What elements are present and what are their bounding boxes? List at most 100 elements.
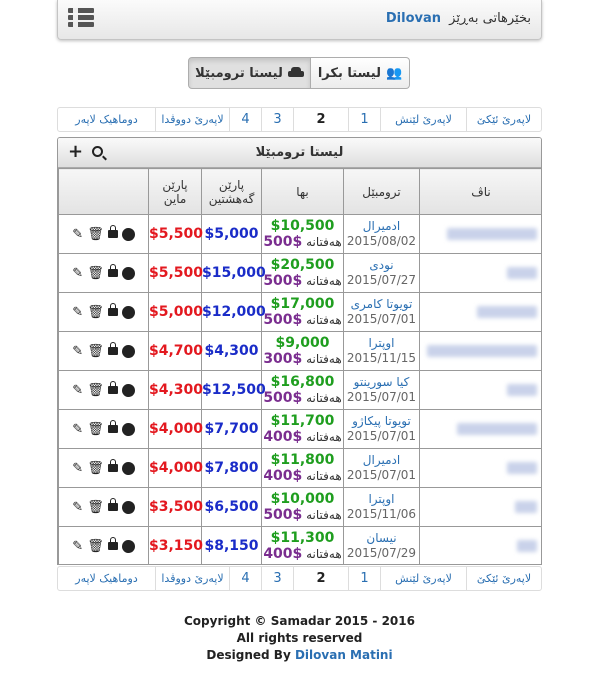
paid-cell: $8,150 — [201, 526, 262, 564]
lock-icon[interactable] — [107, 342, 118, 355]
edit-icon[interactable]: ✎ — [72, 344, 83, 359]
lock-icon[interactable] — [107, 459, 118, 472]
car-date: 2015/07/29 — [346, 546, 417, 560]
row-actions: ✎ 🗑 i — [58, 487, 149, 527]
designer-link[interactable]: Dilovan Matini — [295, 648, 393, 662]
car-model[interactable]: نیسان — [344, 531, 419, 546]
car-model[interactable]: تویوتا پیکاژو — [344, 414, 419, 429]
lock-icon[interactable] — [107, 537, 118, 550]
page-first[interactable]: لاپەرێ ئێکێ — [466, 108, 541, 131]
trash-icon[interactable]: 🗑 — [87, 461, 104, 476]
page-4[interactable]: 4 — [229, 108, 261, 131]
info-icon[interactable]: i — [121, 344, 135, 358]
weekly-label: هەفتانە — [306, 508, 342, 522]
table-row[interactable]: ✎ 🗑 i $5,500 $15,000 $20,500 هەفتانە $500 نودی 2… — [58, 253, 541, 293]
remaining-cell: $4,000 — [148, 448, 203, 488]
car-date: 2015/08/02 — [346, 234, 417, 248]
info-icon[interactable]: i — [121, 461, 135, 475]
info-icon[interactable]: i — [121, 305, 135, 319]
trash-icon[interactable]: 🗑 — [87, 227, 104, 242]
row-actions: ✎ 🗑 i — [58, 292, 149, 332]
car-cell: کیا سورینتو 2015/07/01 — [343, 370, 420, 410]
page-first[interactable]: لاپەرێ ئێکێ — [466, 567, 541, 590]
table-row[interactable]: ✎ 🗑 i $5,500 $5,000 $10,500 هەفتانە $500 ادمیرا… — [58, 214, 541, 254]
table-row[interactable]: ✎ 🗑 i $5,000 $12,000 $17,000 هەفتانە $500 تویوت… — [58, 292, 541, 332]
car-model[interactable]: تویوتا کامری — [344, 297, 419, 312]
bars-icon[interactable] — [68, 8, 94, 30]
total-price: $20,500 — [270, 257, 335, 273]
price-header[interactable]: بها — [261, 168, 344, 215]
lock-icon[interactable] — [107, 420, 118, 433]
info-icon[interactable]: i — [121, 422, 135, 436]
table-row[interactable]: ✎ 🗑 i $3,150 $8,150 $11,300 هەفتانە $400 نیسان 2… — [58, 526, 541, 564]
paid-cell: $15,000 — [201, 253, 266, 293]
edit-icon[interactable]: ✎ — [72, 539, 83, 554]
trash-icon[interactable]: 🗑 — [87, 266, 104, 281]
page-next[interactable]: لاپەرێ دووڤدا — [155, 108, 229, 131]
car-model[interactable]: کیا سورینتو — [344, 375, 419, 390]
footer-designer: Designed By Dilovan Matini — [0, 648, 599, 662]
weekly-amount: $500 — [263, 273, 303, 289]
weekly-payment: هەفتانە $400 — [262, 546, 343, 562]
car-model[interactable]: اوپترا — [344, 492, 419, 507]
car-model[interactable]: نودی — [344, 258, 419, 273]
edit-icon[interactable]: ✎ — [72, 305, 83, 320]
table-row[interactable]: ✎ 🗑 i $4,300 $12,500 $16,800 هەفتانە $500 کیا س… — [58, 370, 541, 410]
lock-icon[interactable] — [107, 303, 118, 316]
trash-icon[interactable]: 🗑 — [87, 422, 104, 437]
table-row[interactable]: ✎ 🗑 i $3,500 $6,500 $10,000 هەفتانە $500 اوپترا… — [58, 487, 541, 527]
page-1[interactable]: 1 — [348, 108, 380, 131]
trash-icon[interactable]: 🗑 — [87, 383, 104, 398]
lock-icon[interactable] — [107, 225, 118, 238]
info-icon[interactable]: i — [121, 266, 135, 280]
page-last[interactable]: دوماهیک لاپەر — [58, 567, 155, 590]
page-prev[interactable]: لاپەرێ لێنش — [380, 108, 466, 131]
page-2-current[interactable]: 2 — [293, 567, 348, 590]
page-last[interactable]: دوماهیک لاپەر — [58, 108, 155, 131]
page-next[interactable]: لاپەرێ دووڤدا — [155, 567, 229, 590]
page-3[interactable]: 3 — [261, 108, 293, 131]
actions-header — [58, 168, 149, 215]
weekly-label: هەفتانە — [306, 274, 342, 288]
info-icon[interactable]: i — [121, 539, 135, 553]
name-header[interactable]: ناڤ — [419, 168, 541, 215]
page-3[interactable]: 3 — [261, 567, 293, 590]
buyers-list-button[interactable]: لیستا بکرا 👥 — [311, 57, 410, 89]
car-header[interactable]: ترومبێل — [343, 168, 420, 215]
lock-icon[interactable] — [107, 498, 118, 511]
info-icon[interactable]: i — [121, 383, 135, 397]
page-prev[interactable]: لاپەرێ لێنش — [380, 567, 466, 590]
page-1[interactable]: 1 — [348, 567, 380, 590]
edit-icon[interactable]: ✎ — [72, 500, 83, 515]
total-price: $10,500 — [270, 218, 335, 234]
user-name[interactable]: Dilovan — [386, 11, 441, 26]
remaining-cell: $3,500 — [148, 487, 203, 527]
car-icon — [287, 67, 304, 79]
info-icon[interactable]: i — [121, 500, 135, 514]
trash-icon[interactable]: 🗑 — [87, 344, 104, 359]
weekly-payment: هەفتانە $400 — [262, 429, 343, 445]
page-4[interactable]: 4 — [229, 567, 261, 590]
table-row[interactable]: ✎ 🗑 i $4,000 $7,700 $11,700 هەفتانە $400 تویوتا… — [58, 409, 541, 449]
trash-icon[interactable]: 🗑 — [87, 500, 104, 515]
info-icon[interactable]: i — [121, 227, 135, 241]
table-row[interactable]: ✎ 🗑 i $4,700 $4,300 $9,000 هەفتانە $300 اوپترا 2… — [58, 331, 541, 371]
car-model[interactable]: ادمیرال — [344, 219, 419, 234]
paid-cell: $6,500 — [201, 487, 262, 527]
edit-icon[interactable]: ✎ — [72, 461, 83, 476]
page-2-current[interactable]: 2 — [293, 108, 348, 131]
lock-icon[interactable] — [107, 381, 118, 394]
trash-icon[interactable]: 🗑 — [87, 305, 104, 320]
car-model[interactable]: اوپترا — [344, 336, 419, 351]
lock-icon[interactable] — [107, 264, 118, 277]
edit-icon[interactable]: ✎ — [72, 227, 83, 242]
table-row[interactable]: ✎ 🗑 i $4,000 $7,800 $11,800 هەفتانە $400 ادمیرا… — [58, 448, 541, 488]
weekly-payment: هەفتانە $500 — [262, 312, 343, 328]
trash-icon[interactable]: 🗑 — [87, 539, 104, 554]
car-model[interactable]: ادمیرال — [344, 453, 419, 468]
total-price: $11,800 — [270, 452, 335, 468]
edit-icon[interactable]: ✎ — [72, 266, 83, 281]
edit-icon[interactable]: ✎ — [72, 422, 83, 437]
cars-list-button[interactable]: لیستا ترومبێلا — [188, 57, 311, 89]
edit-icon[interactable]: ✎ — [72, 383, 83, 398]
